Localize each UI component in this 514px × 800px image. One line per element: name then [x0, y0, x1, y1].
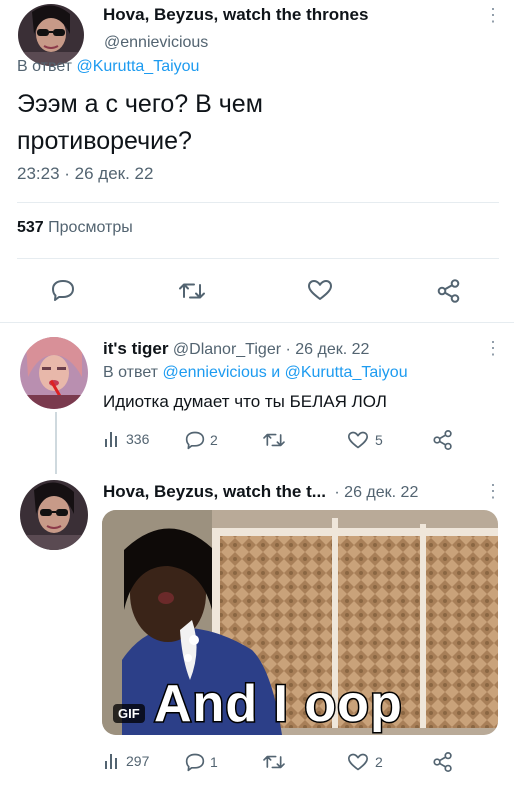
avatar[interactable]: [20, 337, 88, 409]
views-count-row[interactable]: 537 Просмотры: [17, 219, 133, 237]
views-icon: [103, 752, 121, 770]
gif-badge: GIF: [113, 704, 145, 723]
reply-stat[interactable]: 2: [184, 430, 218, 450]
more-icon[interactable]: ⋮: [484, 482, 502, 500]
views-count: 537: [17, 219, 44, 236]
reply-joiner: и: [271, 364, 281, 381]
like-stat[interactable]: 5: [346, 430, 383, 450]
views-count: 336: [126, 431, 150, 447]
timestamp[interactable]: 23:23 · 26 дек. 22: [17, 164, 153, 184]
reply-to-link[interactable]: @ennievicious: [162, 364, 266, 381]
like-icon[interactable]: [306, 278, 334, 302]
divider: [17, 202, 499, 203]
reply-to-link[interactable]: @Kurutta_Taiyou: [285, 364, 408, 381]
reply-to-link[interactable]: @Kurutta_Taiyou: [76, 58, 199, 75]
display-name[interactable]: Hova, Beyzus, watch the thrones: [103, 5, 368, 25]
views-stat[interactable]: 336: [103, 430, 149, 448]
views-count: 297: [126, 753, 150, 769]
tweet-text: Идиотка думает что ты БЕЛАЯ ЛОЛ: [103, 392, 387, 411]
like-count: 2: [375, 754, 383, 770]
more-icon[interactable]: ⋮: [484, 6, 502, 24]
reply-header: it's tiger @Dlanor_Tiger · 26 дек. 22: [103, 339, 369, 359]
share-icon[interactable]: [432, 751, 454, 773]
reply-prefix: В ответ: [103, 364, 159, 381]
display-name[interactable]: it's tiger: [103, 339, 168, 358]
avatar[interactable]: [18, 4, 84, 66]
reply-header: Hova, Beyzus, watch the t... · 26 дек. 2…: [103, 482, 418, 502]
tweet-text: Эээм а с чего? В чем противоречие?: [17, 86, 263, 160]
reply-context: В ответ @ennievicious и @Kurutta_Taiyou: [103, 364, 408, 382]
like-count: 5: [375, 432, 383, 448]
date[interactable]: · 26 дек. 22: [334, 484, 418, 501]
reply-icon: [184, 430, 206, 450]
reply-count: 1: [210, 754, 218, 770]
views-stat[interactable]: 297: [103, 752, 149, 770]
like-stat[interactable]: 2: [346, 752, 383, 772]
thread-line: [55, 412, 57, 474]
avatar[interactable]: [20, 480, 88, 550]
handle[interactable]: @ennievicious: [104, 34, 208, 52]
gif-caption: And I oop: [153, 674, 404, 735]
tweet-text-line: противоречие?: [17, 127, 192, 155]
more-icon[interactable]: ⋮: [484, 339, 502, 357]
retweet-icon[interactable]: [262, 752, 286, 772]
reply-icon[interactable]: [50, 278, 76, 302]
like-icon: [346, 752, 370, 772]
divider: [0, 322, 514, 323]
reply-prefix: В ответ: [17, 58, 73, 75]
display-name[interactable]: Hova, Beyzus, watch the t...: [103, 482, 326, 501]
handle-date[interactable]: @Dlanor_Tiger · 26 дек. 22: [173, 341, 370, 358]
divider: [17, 258, 499, 259]
share-icon[interactable]: [432, 429, 454, 451]
retweet-icon[interactable]: [178, 279, 206, 303]
like-icon: [346, 430, 370, 450]
reply-context: В ответ @Kurutta_Taiyou: [17, 58, 199, 76]
views-label: Просмотры: [48, 219, 133, 236]
gif-media[interactable]: GIF And I oop: [102, 510, 498, 735]
reply-icon: [184, 752, 206, 772]
reply-count: 2: [210, 432, 218, 448]
views-icon: [103, 430, 121, 448]
share-icon[interactable]: [436, 278, 462, 304]
tweet-text-line: Эээм а с чего? В чем: [17, 90, 263, 118]
reply-stat[interactable]: 1: [184, 752, 218, 772]
retweet-icon[interactable]: [262, 430, 286, 450]
